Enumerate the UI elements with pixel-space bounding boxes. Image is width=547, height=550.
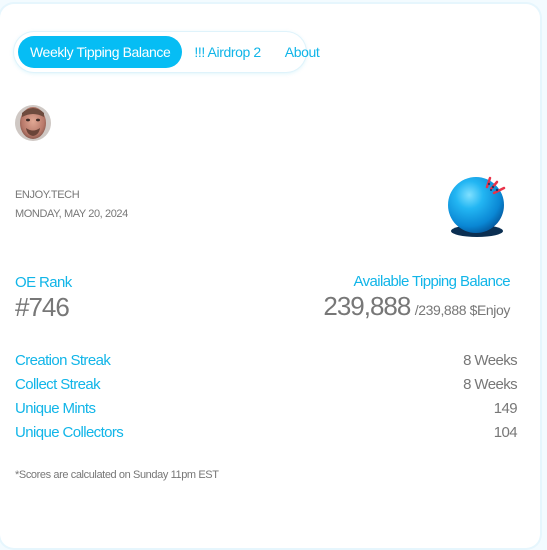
stat-value: 8 Weeks — [463, 352, 517, 369]
stat-row-collect-streak: Collect Streak 8 Weeks — [15, 373, 518, 397]
enjoy-ball-logo-icon — [448, 176, 506, 237]
tipping-balance: 239,888 /239,888 $Enjoy — [323, 291, 510, 322]
enjoy-logo — [444, 174, 510, 240]
stat-value: 8 Weeks — [463, 376, 517, 393]
tipping-balance-value: 239,888 — [323, 291, 411, 321]
tab-bar: Weekly Tipping Balance !!! Airdrop 2 Abo… — [14, 32, 320, 72]
stat-row-unique-collectors: Unique Collectors 104 — [15, 421, 518, 445]
oe-rank-value: #746 — [15, 292, 70, 322]
oe-rank-label: OE Rank — [15, 274, 72, 291]
stat-row-creation-streak: Creation Streak 8 Weeks — [15, 349, 518, 373]
tipping-card: Weekly Tipping Balance !!! Airdrop 2 Abo… — [0, 4, 540, 548]
stat-row-unique-mints: Unique Mints 149 — [15, 397, 518, 421]
tipping-balance-label: Available Tipping Balance — [353, 273, 510, 290]
avatar[interactable] — [15, 105, 51, 141]
tipping-balance-total: /239,888 $Enjoy — [414, 302, 511, 318]
stats-list: Creation Streak 8 Weeks Collect Streak 8… — [15, 349, 518, 445]
brand-name: ENJOY.TECH — [15, 189, 80, 201]
stat-label: Unique Mints — [15, 400, 96, 417]
stat-label: Collect Streak — [15, 376, 101, 393]
stat-value: 149 — [493, 400, 518, 417]
tab-airdrop-2[interactable]: !!! Airdrop 2 — [182, 36, 272, 68]
stat-value: 104 — [493, 424, 518, 441]
stat-label: Creation Streak — [15, 352, 111, 369]
current-date: MONDAY, MAY 20, 2024 — [15, 208, 128, 220]
tab-weekly-tipping-balance[interactable]: Weekly Tipping Balance — [18, 36, 183, 68]
user-avatar-icon — [15, 105, 51, 141]
scores-footnote: *Scores are calculated on Sunday 11pm ES… — [15, 469, 219, 481]
stat-label: Unique Collectors — [15, 424, 124, 441]
tab-about[interactable]: About — [273, 36, 332, 68]
